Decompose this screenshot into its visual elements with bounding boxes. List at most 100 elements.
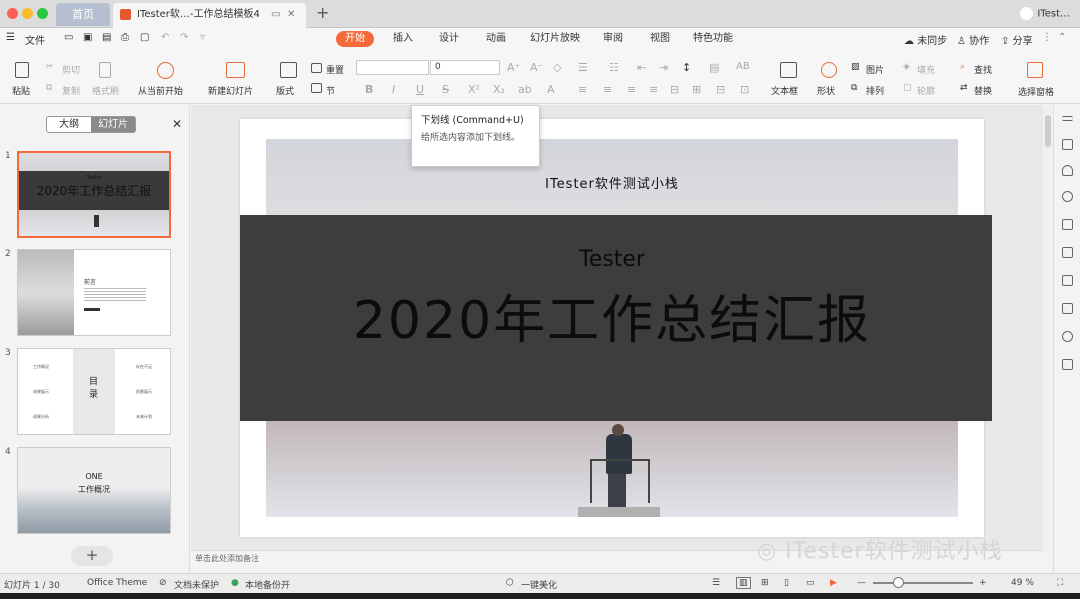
pin-icon[interactable]: ▭ <box>271 3 280 26</box>
history-icon[interactable] <box>1062 331 1073 342</box>
properties-icon[interactable] <box>1062 139 1073 150</box>
copy-icon[interactable]: ⧉ <box>46 83 52 93</box>
protect-status[interactable]: 文档未保护 <box>174 578 219 591</box>
presenter-view-icon[interactable]: ▭ <box>806 578 815 588</box>
beautify-button[interactable]: 一键美化 <box>521 578 557 591</box>
more-dropdown-icon[interactable]: ▿ <box>200 32 205 43</box>
vertical-scrollbar[interactable] <box>1043 105 1053 550</box>
image-icon[interactable] <box>1062 359 1073 370</box>
layout-icon[interactable] <box>280 62 297 78</box>
line-spacing-icon[interactable]: ↕ <box>682 61 691 74</box>
new-tab-button[interactable]: + <box>316 3 329 22</box>
font-color-icon[interactable]: A <box>547 83 555 96</box>
zoom-in-button[interactable]: + <box>979 578 987 588</box>
zoom-slider[interactable] <box>873 582 973 584</box>
slide-1[interactable]: ITester软件测试小栈 Tester 2020年工作总结汇报 <box>240 119 992 537</box>
italic-icon[interactable]: I <box>392 83 395 96</box>
slide-tester-text[interactable]: Tester <box>240 247 984 272</box>
export-icon[interactable]: ▤ <box>102 32 111 43</box>
zoom-slider-handle[interactable] <box>893 577 904 588</box>
tab-slides[interactable]: 幻灯片 <box>91 117 135 132</box>
text-direction-icon[interactable]: ▤ <box>709 61 719 74</box>
play-from-current-button[interactable]: 从当前开始 <box>138 84 183 97</box>
slide-thumbnail-4[interactable]: ONE 工作概况 <box>17 447 171 534</box>
close-window-button[interactable] <box>7 8 18 19</box>
slide-subtitle[interactable]: ITester软件测试小栈 <box>240 173 984 192</box>
font-size-select[interactable]: 0 <box>430 60 500 75</box>
align-right-icon[interactable]: ≡ <box>627 83 636 96</box>
fill-icon[interactable] <box>1062 191 1073 202</box>
text-align-icon[interactable]: ⊟ <box>716 83 725 96</box>
shapes-icon[interactable] <box>1062 165 1073 176</box>
sorter-view-icon[interactable]: ⊞ <box>761 578 769 588</box>
notes-toggle-icon[interactable]: ☰ <box>712 578 720 588</box>
arrange-button[interactable]: 排列 <box>866 84 884 97</box>
collaborate-button[interactable]: ♙ 协作 <box>957 32 989 47</box>
find-button[interactable]: 查找 <box>974 63 992 76</box>
collapse-ribbon-icon[interactable]: ⌃ <box>1058 32 1066 43</box>
add-slide-button[interactable]: + <box>71 546 113 566</box>
columns-icon[interactable]: AB <box>736 61 750 72</box>
tab-animation[interactable]: 动画 <box>486 31 506 47</box>
decrease-font-icon[interactable]: A⁻ <box>530 61 543 74</box>
undo-icon[interactable]: ↶ <box>161 32 169 43</box>
font-family-select[interactable] <box>356 60 429 75</box>
align-left-icon[interactable]: ≡ <box>578 83 587 96</box>
normal-view-icon[interactable]: ▥ <box>736 577 751 589</box>
tab-document[interactable]: ITester软…-工作总结模板4 ▭ ✕ <box>113 3 306 28</box>
align-center-icon[interactable]: ≡ <box>603 83 612 96</box>
sync-status[interactable]: ☁ 未同步 <box>904 32 947 47</box>
hamburger-icon[interactable]: ☰ <box>6 32 15 43</box>
reset-icon[interactable] <box>311 63 322 73</box>
gear-icon[interactable] <box>1062 303 1073 314</box>
more-icon[interactable]: ⋮ <box>1042 32 1052 43</box>
vertical-align-icon[interactable]: ⊞ <box>692 83 701 96</box>
title-band[interactable]: Tester 2020年工作总结汇报 <box>240 215 992 421</box>
tab-outline[interactable]: 大纲 <box>47 117 91 132</box>
highlight-icon[interactable]: ab <box>518 83 532 96</box>
new-slide-button[interactable]: 新建幻灯片 <box>208 84 253 97</box>
share-button[interactable]: ⇪ 分享 <box>1001 32 1033 47</box>
fit-window-icon[interactable]: ⛶ <box>1057 578 1063 588</box>
layout-icon[interactable] <box>1062 247 1073 258</box>
reset-button[interactable]: 重置 <box>326 63 344 76</box>
tab-review[interactable]: 审阅 <box>603 31 623 47</box>
tab-design[interactable]: 设计 <box>439 31 459 47</box>
fill-button[interactable]: 填充 <box>917 63 935 76</box>
smart-art-icon[interactable]: ⊡ <box>740 83 749 96</box>
paste-button[interactable]: 粘贴 <box>12 84 30 97</box>
tab-slideshow[interactable]: 幻灯片放映 <box>530 31 580 47</box>
backup-status[interactable]: 本地备份开 <box>245 578 290 591</box>
slide-thumbnail-2[interactable]: 前言 <box>17 249 171 336</box>
user-account[interactable]: ITest… <box>1020 7 1070 20</box>
select-pane-button[interactable]: 选择窗格 <box>1018 85 1054 98</box>
tab-view[interactable]: 视图 <box>650 31 670 47</box>
slide-thumbnail-3[interactable]: 目录 工作概况 成果展示 成果分析 存在不足 前景展示 未来计划 <box>17 348 171 435</box>
outline-button[interactable]: 轮廓 <box>917 84 935 97</box>
textbox-button[interactable]: 文本框 <box>771 84 798 97</box>
layers-icon[interactable] <box>1062 219 1073 230</box>
file-menu[interactable]: 文件 <box>25 32 45 47</box>
preview-icon[interactable]: ▢ <box>140 32 149 43</box>
slide-thumbnail-1[interactable]: Tester 2020年工作总结汇报 <box>17 151 171 238</box>
slide-title[interactable]: 2020年工作总结汇报 <box>240 278 984 353</box>
minimize-window-button[interactable] <box>22 8 33 19</box>
redo-icon[interactable]: ↷ <box>180 32 188 43</box>
section-button[interactable]: 节 <box>326 84 335 97</box>
new-slide-icon[interactable] <box>226 62 245 78</box>
justify-icon[interactable]: ≡ <box>649 83 658 96</box>
save-icon[interactable]: ▣ <box>83 32 92 43</box>
paste-icon[interactable] <box>15 62 29 78</box>
subscript-icon[interactable]: X₂ <box>493 83 505 96</box>
scissors-icon[interactable]: ✂ <box>46 62 54 72</box>
layout-button[interactable]: 版式 <box>276 84 294 97</box>
format-painter-icon[interactable] <box>99 62 111 78</box>
reading-view-icon[interactable]: ▯ <box>784 578 789 588</box>
section-icon[interactable] <box>311 83 322 93</box>
scrollbar-thumb[interactable] <box>1045 115 1051 147</box>
numbering-icon[interactable]: ☷ <box>609 61 619 74</box>
superscript-icon[interactable]: X² <box>468 83 480 96</box>
shape-button[interactable]: 形状 <box>817 84 835 97</box>
close-panel-icon[interactable]: ✕ <box>172 117 182 131</box>
tab-special[interactable]: 特色功能 <box>693 31 733 47</box>
